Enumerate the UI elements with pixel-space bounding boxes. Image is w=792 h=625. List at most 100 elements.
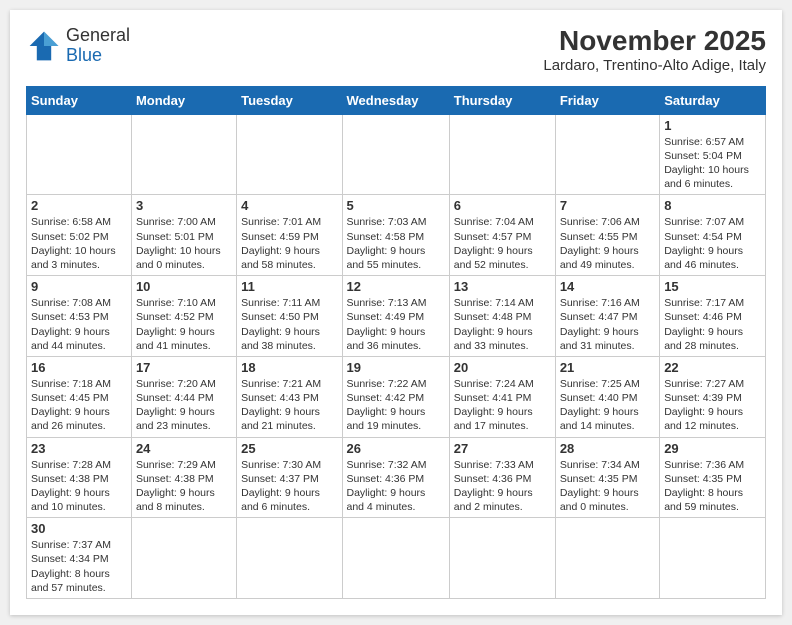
calendar-table: SundayMondayTuesdayWednesdayThursdayFrid… [26,86,766,599]
day-info: Sunrise: 7:10 AM Sunset: 4:52 PM Dayligh… [136,296,232,353]
day-info: Sunrise: 7:04 AM Sunset: 4:57 PM Dayligh… [454,215,551,272]
calendar-row: 30 Sunrise: 7:37 AM Sunset: 4:34 PM Dayli… [27,518,766,599]
calendar-cell: 19Sunrise: 7:22 AM Sunset: 4:42 PM Dayli… [342,356,449,437]
weekday-header-thursday: Thursday [449,86,555,114]
calendar-cell [660,518,766,599]
day-number: 28 [560,441,655,456]
calendar-cell: 7 Sunrise: 7:06 AM Sunset: 4:55 PM Daylig… [555,195,659,276]
day-number: 20 [454,360,551,375]
day-number: 14 [560,279,655,294]
calendar-cell: 12 Sunrise: 7:13 AM Sunset: 4:49 PM Dayli… [342,276,449,357]
calendar-cell: 26 Sunrise: 7:32 AM Sunset: 4:36 PM Dayli… [342,437,449,518]
day-number: 6 [454,198,551,213]
day-info: Sunrise: 7:06 AM Sunset: 4:55 PM Dayligh… [560,215,655,272]
day-info: Sunrise: 7:36 AM Sunset: 4:35 PM Dayligh… [664,458,761,515]
day-number: 16 [31,360,127,375]
day-info: Sunrise: 7:14 AM Sunset: 4:48 PM Dayligh… [454,296,551,353]
calendar-row: 16Sunrise: 7:18 AM Sunset: 4:45 PM Dayli… [27,356,766,437]
day-number: 24 [136,441,232,456]
day-info: Sunrise: 7:34 AM Sunset: 4:35 PM Dayligh… [560,458,655,515]
calendar-cell: 21Sunrise: 7:25 AM Sunset: 4:40 PM Dayli… [555,356,659,437]
day-number: 26 [347,441,445,456]
weekday-header-saturday: Saturday [660,86,766,114]
calendar-cell: 8Sunrise: 7:07 AM Sunset: 4:54 PM Daylig… [660,195,766,276]
day-info: Sunrise: 6:57 AM Sunset: 5:04 PM Dayligh… [664,135,761,192]
calendar-cell: 6 Sunrise: 7:04 AM Sunset: 4:57 PM Daylig… [449,195,555,276]
weekday-header-friday: Friday [555,86,659,114]
day-number: 17 [136,360,232,375]
day-number: 8 [664,198,761,213]
calendar-cell [555,114,659,195]
day-info: Sunrise: 7:00 AM Sunset: 5:01 PM Dayligh… [136,215,232,272]
calendar-cell: 9Sunrise: 7:08 AM Sunset: 4:53 PM Daylig… [27,276,132,357]
day-number: 5 [347,198,445,213]
calendar-cell [342,518,449,599]
calendar-cell [449,114,555,195]
calendar-cell: 16Sunrise: 7:18 AM Sunset: 4:45 PM Dayli… [27,356,132,437]
day-number: 3 [136,198,232,213]
day-info: Sunrise: 7:03 AM Sunset: 4:58 PM Dayligh… [347,215,445,272]
day-number: 23 [31,441,127,456]
calendar-cell [131,518,236,599]
day-number: 25 [241,441,337,456]
calendar-cell [131,114,236,195]
calendar-cell: 25Sunrise: 7:30 AM Sunset: 4:37 PM Dayli… [237,437,342,518]
day-number: 15 [664,279,761,294]
day-info: Sunrise: 7:20 AM Sunset: 4:44 PM Dayligh… [136,377,232,434]
calendar-cell: 14Sunrise: 7:16 AM Sunset: 4:47 PM Dayli… [555,276,659,357]
day-info: Sunrise: 7:33 AM Sunset: 4:36 PM Dayligh… [454,458,551,515]
weekday-header-monday: Monday [131,86,236,114]
calendar-cell: 23Sunrise: 7:28 AM Sunset: 4:38 PM Dayli… [27,437,132,518]
day-number: 2 [31,198,127,213]
day-info: Sunrise: 7:21 AM Sunset: 4:43 PM Dayligh… [241,377,337,434]
day-number: 27 [454,441,551,456]
day-number: 18 [241,360,337,375]
calendar-cell [237,518,342,599]
day-number: 29 [664,441,761,456]
day-info: Sunrise: 7:01 AM Sunset: 4:59 PM Dayligh… [241,215,337,272]
calendar-cell: 17 Sunrise: 7:20 AM Sunset: 4:44 PM Dayli… [131,356,236,437]
calendar-cell: 28 Sunrise: 7:34 AM Sunset: 4:35 PM Dayli… [555,437,659,518]
calendar-header: General Blue November 2025 Lardaro, Tren… [26,26,766,74]
calendar-title: November 2025 [543,26,766,57]
calendar-cell: 29 Sunrise: 7:36 AM Sunset: 4:35 PM Dayli… [660,437,766,518]
calendar-cell [27,114,132,195]
calendar-cell [449,518,555,599]
calendar-subtitle: Lardaro, Trentino-Alto Adige, Italy [543,57,766,74]
day-number: 1 [664,118,761,133]
day-info: Sunrise: 7:08 AM Sunset: 4:53 PM Dayligh… [31,296,127,353]
calendar-cell: 27 Sunrise: 7:33 AM Sunset: 4:36 PM Dayli… [449,437,555,518]
calendar-cell: 22 Sunrise: 7:27 AM Sunset: 4:39 PM Dayli… [660,356,766,437]
logo-icon [26,28,62,64]
title-block: November 2025 Lardaro, Trentino-Alto Adi… [543,26,766,74]
calendar-cell [342,114,449,195]
day-number: 7 [560,198,655,213]
day-info: Sunrise: 7:13 AM Sunset: 4:49 PM Dayligh… [347,296,445,353]
day-number: 30 [31,521,127,536]
calendar-cell: 2 Sunrise: 6:58 AM Sunset: 5:02 PM Daylig… [27,195,132,276]
logo: General Blue [26,26,130,66]
day-info: Sunrise: 6:58 AM Sunset: 5:02 PM Dayligh… [31,215,127,272]
calendar-cell: 13Sunrise: 7:14 AM Sunset: 4:48 PM Dayli… [449,276,555,357]
day-number: 11 [241,279,337,294]
day-info: Sunrise: 7:32 AM Sunset: 4:36 PM Dayligh… [347,458,445,515]
calendar-row: 2 Sunrise: 6:58 AM Sunset: 5:02 PM Daylig… [27,195,766,276]
day-number: 22 [664,360,761,375]
day-info: Sunrise: 7:37 AM Sunset: 4:34 PM Dayligh… [31,538,127,595]
calendar-row: 1 Sunrise: 6:57 AM Sunset: 5:04 PM Daylig… [27,114,766,195]
calendar-cell: 10Sunrise: 7:10 AM Sunset: 4:52 PM Dayli… [131,276,236,357]
calendar-row: 9Sunrise: 7:08 AM Sunset: 4:53 PM Daylig… [27,276,766,357]
day-number: 21 [560,360,655,375]
day-info: Sunrise: 7:24 AM Sunset: 4:41 PM Dayligh… [454,377,551,434]
day-info: Sunrise: 7:27 AM Sunset: 4:39 PM Dayligh… [664,377,761,434]
day-info: Sunrise: 7:29 AM Sunset: 4:38 PM Dayligh… [136,458,232,515]
weekday-header-wednesday: Wednesday [342,86,449,114]
logo-blue: Blue [66,46,130,66]
weekday-header-sunday: Sunday [27,86,132,114]
day-number: 12 [347,279,445,294]
logo-text: General Blue [66,26,130,66]
calendar-cell [555,518,659,599]
calendar-cell: 30 Sunrise: 7:37 AM Sunset: 4:34 PM Dayli… [27,518,132,599]
day-info: Sunrise: 7:17 AM Sunset: 4:46 PM Dayligh… [664,296,761,353]
calendar-cell: 1 Sunrise: 6:57 AM Sunset: 5:04 PM Daylig… [660,114,766,195]
